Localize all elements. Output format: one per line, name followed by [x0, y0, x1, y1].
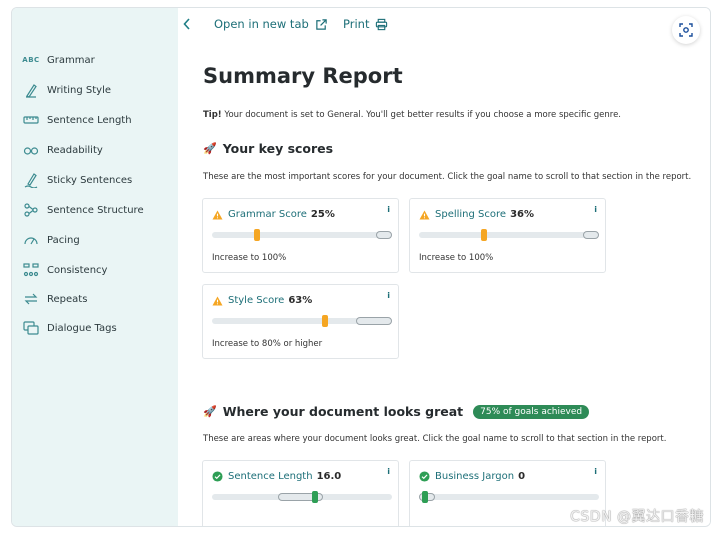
spelling-score-card[interactable]: Spelling Score 36% i Increase to 100% [409, 198, 606, 273]
info-icon[interactable]: i [387, 467, 390, 476]
looks-great-description: These are areas where your document look… [203, 434, 667, 444]
sidebar-item-label: Readability [47, 144, 103, 156]
dialogue-icon [22, 320, 40, 336]
sidebar-item-repeats[interactable]: Repeats [22, 288, 87, 310]
sidebar-item-label: Sentence Length [47, 114, 132, 126]
pen-icon [22, 82, 40, 98]
goal-name-link[interactable]: Spelling Score [435, 209, 506, 220]
goal-name-link[interactable]: Style Score [228, 295, 284, 306]
abc-icon: ABC [22, 56, 40, 64]
sidebar-item-sentence-length[interactable]: Sentence Length [22, 109, 132, 131]
sidebar-item-sticky-sentences[interactable]: Sticky Sentences [22, 169, 132, 191]
score-value: 0 [518, 471, 526, 482]
goal-name-link[interactable]: Sentence Length [228, 471, 313, 482]
warning-icon [212, 295, 223, 306]
score-value: 36% [510, 209, 534, 220]
sidebar-item-label: Writing Style [47, 84, 112, 96]
score-marker [312, 491, 318, 503]
sidebar-item-sentence-structure[interactable]: Sentence Structure [22, 199, 144, 221]
toolbar: Open in new tab Print [178, 8, 710, 46]
scan-icon [679, 23, 693, 37]
info-icon[interactable]: i [387, 205, 390, 214]
sidebar-item-dialogue-tags[interactable]: Dialogue Tags [22, 317, 117, 339]
report-panel: Open in new tab Print Summary Report Tip… [178, 8, 710, 526]
back-button[interactable] [180, 14, 194, 34]
sidebar: ABC Grammar Writing Style Sentence Lengt… [12, 8, 178, 526]
info-icon[interactable]: i [387, 291, 390, 300]
sidebar-item-label: Pacing [47, 234, 80, 246]
sidebar-item-writing-style[interactable]: Writing Style [22, 79, 111, 101]
score-value: 16.0 [316, 471, 342, 482]
score-marker [254, 229, 260, 241]
score-value: 63% [288, 295, 313, 306]
external-link-icon [316, 18, 327, 30]
score-value: 25% [310, 209, 335, 220]
key-scores-description: These are the most important scores for … [203, 172, 692, 182]
score-slider [212, 229, 392, 241]
glasses-icon [22, 142, 40, 158]
sidebar-item-consistency[interactable]: Consistency [22, 259, 107, 281]
warning-icon [419, 209, 430, 220]
sidebar-item-label: Consistency [47, 264, 108, 276]
score-marker [481, 229, 487, 241]
looks-great-heading: 🚀 Where your document looks great 75% of… [203, 404, 590, 419]
sidebar-item-grammar[interactable]: ABC Grammar [22, 49, 95, 71]
chevron-left-icon [183, 18, 190, 30]
rocket-icon: 🚀 [203, 405, 217, 418]
style-score-card[interactable]: Style Score 63% i Increase to 80% or hig… [202, 284, 399, 359]
goal-note: Increase to 100% [419, 253, 494, 263]
target-range [376, 231, 392, 239]
info-icon[interactable]: i [594, 205, 597, 214]
sentence-length-card[interactable]: Sentence Length 16.0 i [202, 460, 399, 526]
score-slider [419, 229, 599, 241]
info-icon[interactable]: i [594, 467, 597, 476]
sticky-pen-icon [22, 172, 40, 188]
sidebar-item-label: Repeats [47, 293, 88, 305]
score-slider [212, 491, 392, 503]
score-slider [212, 315, 392, 327]
ruler-icon [22, 112, 40, 128]
goal-name-link[interactable]: Business Jargon [435, 471, 514, 482]
tip-text: Tip! Your document is set to General. Yo… [203, 110, 622, 120]
score-marker [422, 491, 428, 503]
sidebar-item-label: Sticky Sentences [47, 174, 133, 186]
goal-name-link[interactable]: Grammar Score [228, 209, 307, 220]
goal-note: Increase to 100% [212, 253, 287, 263]
goals-achieved-badge: 75% of goals achieved [473, 404, 590, 419]
target-range [356, 317, 392, 325]
print-button[interactable]: Print [343, 17, 388, 31]
score-slider [419, 491, 599, 503]
check-circle-icon [212, 471, 223, 482]
watermark: CSDN @翼达口香糖 [570, 509, 704, 525]
goal-note: Increase to 80% or higher [212, 339, 323, 349]
key-scores-heading: 🚀 Your key scores [203, 141, 334, 156]
printer-icon [376, 18, 388, 30]
sidebar-item-label: Grammar [47, 54, 95, 66]
sidebar-item-label: Sentence Structure [47, 204, 144, 216]
sidebar-item-label: Dialogue Tags [47, 322, 117, 334]
check-circle-icon [419, 471, 430, 482]
repeat-icon [22, 291, 40, 307]
structure-icon [22, 202, 40, 218]
score-marker [322, 315, 328, 327]
page-title: Summary Report [203, 64, 403, 88]
screenshot-button[interactable] [672, 16, 700, 44]
warning-icon [212, 209, 223, 220]
sidebar-item-pacing[interactable]: Pacing [22, 229, 80, 251]
app-window: ABC Grammar Writing Style Sentence Lengt… [11, 7, 711, 527]
gauge-icon [22, 232, 40, 248]
target-range [583, 231, 599, 239]
sidebar-item-readability[interactable]: Readability [22, 139, 103, 161]
consistency-icon [22, 262, 40, 278]
rocket-icon: 🚀 [203, 142, 217, 155]
grammar-score-card[interactable]: Grammar Score 25% i Increase to 100% [202, 198, 399, 273]
open-new-tab-link[interactable]: Open in new tab [214, 17, 328, 31]
